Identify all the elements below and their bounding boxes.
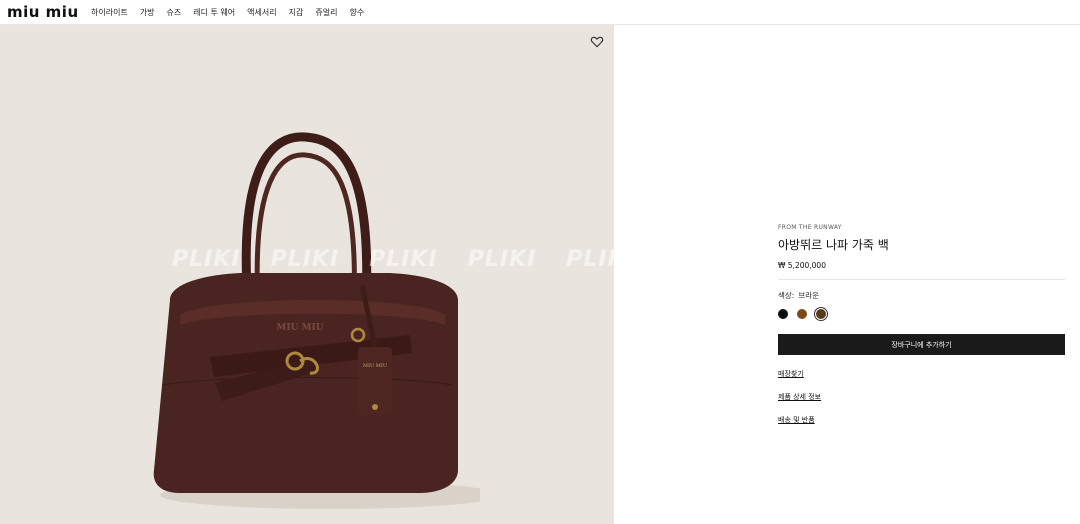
heart-outline-icon[interactable] [590, 35, 604, 49]
divider [778, 279, 1065, 280]
nav-item-fragrance[interactable]: 향수 [349, 7, 364, 18]
product-image-gallery[interactable]: MIU MIU MIU MIU PLIKIPLIKIPLIKIPLIKIPLIK… [0, 25, 614, 524]
store-locator-link[interactable]: 매장찾기 [778, 369, 1065, 379]
color-label: 색상: [778, 291, 795, 300]
top-navigation-bar: miu miu 하이라이트 가방 슈즈 레디 투 웨어 액세서리 지갑 쥬얼리 … [0, 0, 1080, 25]
nav-item-jewelry[interactable]: 쥬얼리 [315, 7, 337, 18]
watermark-text: PLIKIPLIKIPLIKIPLIKIPLIKI [172, 247, 614, 272]
nav-item-accessories[interactable]: 액세서리 [247, 7, 276, 18]
nav-item-shoes[interactable]: 슈즈 [167, 7, 182, 18]
product-title: 아방뛰르 나파 가죽 백 [778, 238, 889, 252]
svg-text:MIU MIU: MIU MIU [276, 323, 323, 333]
nav-item-wallets[interactable]: 지갑 [289, 7, 304, 18]
add-to-cart-button[interactable]: 장바구니에 추가하기 [778, 334, 1065, 355]
swatch-tan[interactable] [797, 309, 807, 319]
nav-item-highlights[interactable]: 하이라이트 [91, 7, 128, 18]
product-info-panel: FROM THE RUNWAY 아방뛰르 나파 가죽 백 ₩ 5,200,000… [778, 224, 1065, 438]
nav-item-ready-to-wear[interactable]: 레디 투 웨어 [193, 7, 235, 18]
svg-text:MIU MIU: MIU MIU [363, 363, 387, 369]
color-selector-label: 색상: 브라운 [778, 290, 1065, 301]
color-swatches [778, 307, 1065, 321]
product-details-link[interactable]: 제품 상세 정보 [778, 392, 1065, 402]
brand-logo[interactable]: miu miu [7, 3, 79, 21]
nav-item-bags[interactable]: 가방 [140, 7, 155, 18]
color-value: 브라운 [798, 291, 820, 300]
collection-label: FROM THE RUNWAY [778, 224, 842, 231]
main-nav: 하이라이트 가방 슈즈 레디 투 웨어 액세서리 지갑 쥬얼리 향수 [91, 7, 376, 18]
product-image-handbag: MIU MIU MIU MIU [153, 132, 480, 509]
swatch-brown[interactable] [814, 307, 828, 321]
product-price: ₩ 5,200,000 [778, 261, 826, 270]
swatch-black[interactable] [778, 309, 788, 319]
product-links: 매장찾기 제품 상세 정보 배송 및 반품 [778, 369, 1065, 425]
shipping-returns-link[interactable]: 배송 및 반품 [778, 415, 1065, 425]
